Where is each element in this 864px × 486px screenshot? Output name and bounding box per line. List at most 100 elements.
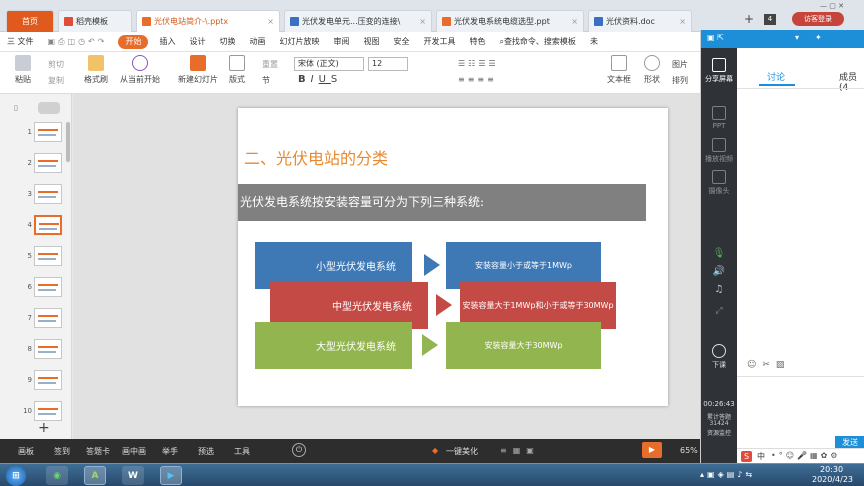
- tab-pv-intro[interactable]: 光伏电站简介-\.pptx ×: [136, 10, 280, 32]
- slide-subtitle-banner[interactable]: 光伏发电系统按安装容量可分为下列三种系统:: [238, 184, 646, 221]
- slide-thumbnail[interactable]: [34, 153, 62, 173]
- tab-daoke-template[interactable]: 稻壳模板: [58, 10, 132, 32]
- search-command[interactable]: ⌕查找命令、搜索模板: [492, 32, 582, 52]
- ppt-button[interactable]: PPT: [701, 106, 737, 130]
- tab-close-icon[interactable]: ×: [675, 17, 686, 26]
- picture-in-picture-button[interactable]: 画中画: [122, 446, 146, 457]
- file-menu[interactable]: 三 文件: [0, 32, 41, 52]
- ime-tool-icons[interactable]: •°☺🎤▦✿⚙: [771, 451, 840, 460]
- new-slide-button[interactable]: 新建幻灯片: [174, 55, 222, 85]
- menu-view[interactable]: 视图: [356, 32, 386, 52]
- large-system-capacity[interactable]: 安装容量大于30MWp: [446, 322, 601, 369]
- shape-button[interactable]: 形状: [640, 55, 664, 85]
- menu-transition[interactable]: 切换: [212, 32, 242, 52]
- menu-developer[interactable]: 开发工具: [416, 32, 462, 52]
- answer-card-button[interactable]: 答题卡: [86, 446, 110, 457]
- tab-close-icon[interactable]: ×: [263, 17, 274, 26]
- slide-thumbnail[interactable]: [34, 308, 62, 328]
- menu-special[interactable]: 特色: [462, 32, 492, 52]
- picture-button[interactable]: 图片: [672, 59, 688, 70]
- slide-title[interactable]: 二、光伏电站的分类: [244, 145, 388, 169]
- slide-thumbnail[interactable]: [34, 122, 62, 142]
- whiteboard-button[interactable]: 画板: [18, 446, 34, 457]
- speaker-icon[interactable]: 🔊: [701, 266, 737, 277]
- zoom-level[interactable]: 65%: [680, 446, 698, 455]
- checkin-button[interactable]: 签到: [54, 446, 70, 457]
- menu-slideshow[interactable]: 幻灯片放映: [272, 32, 326, 52]
- tab-pv-doc[interactable]: 光伏资料.doc ×: [588, 10, 692, 32]
- live-class-taskbar-icon[interactable]: ▶: [160, 466, 182, 485]
- thumbnail-scrollbar[interactable]: [66, 122, 70, 162]
- wps-writer-taskbar-icon[interactable]: W: [122, 466, 144, 485]
- slide-thumbnail[interactable]: [34, 277, 62, 297]
- power-icon[interactable]: ⏻: [292, 443, 306, 457]
- current-slide[interactable]: 二、光伏电站的分类 光伏发电系统按安装容量可分为下列三种系统: 小型光伏发电系统…: [238, 108, 668, 406]
- align-buttons[interactable]: ≡≡≡≡: [458, 75, 497, 84]
- slide-thumbnail[interactable]: [34, 370, 62, 390]
- outline-view-icon[interactable]: ▯: [14, 104, 18, 112]
- raise-hand-button[interactable]: 举手: [162, 446, 178, 457]
- chat-tool-icons[interactable]: ☺✂▨: [747, 360, 790, 370]
- list-buttons[interactable]: ☰☷☰☰: [458, 59, 499, 68]
- chevron-down-icon[interactable]: ▾: [795, 33, 799, 42]
- quick-access-icons[interactable]: ▣⎙◫◷↶↷: [41, 32, 115, 52]
- browser-taskbar-icon[interactable]: ◉: [46, 466, 68, 485]
- play-from-current-button[interactable]: 从当前开始: [118, 55, 162, 85]
- menu-insert[interactable]: 插入: [152, 32, 182, 52]
- tab-count-badge[interactable]: 4: [764, 14, 776, 25]
- menu-home[interactable]: 开始: [118, 34, 149, 49]
- section-button[interactable]: 节: [262, 75, 270, 86]
- system-tray-icons[interactable]: ▴▣◈▤♪⇆: [700, 470, 755, 479]
- paste-button[interactable]: 粘贴: [10, 55, 36, 85]
- microphone-icon[interactable]: 🎙: [701, 248, 737, 259]
- start-button[interactable]: ⊞: [6, 466, 26, 486]
- play-video-button[interactable]: 播放视频: [701, 138, 737, 164]
- font-size-select[interactable]: 12: [368, 57, 408, 71]
- ime-mode-indicator[interactable]: 中: [757, 451, 765, 462]
- format-painter-button[interactable]: 格式刷: [80, 55, 112, 85]
- sync-status[interactable]: 未: [583, 32, 605, 52]
- view-mode-icons[interactable]: ≡▦▣: [500, 446, 540, 455]
- tab-pv-cable[interactable]: 光伏发电系统电缆选型.ppt ×: [436, 10, 584, 32]
- preselect-button[interactable]: 预选: [198, 446, 214, 457]
- copy-button[interactable]: 复制: [48, 75, 64, 86]
- slide-thumbnail[interactable]: [34, 339, 62, 359]
- slide-thumbnail[interactable]: [34, 401, 62, 421]
- tab-close-icon[interactable]: ×: [567, 17, 578, 26]
- slide-thumbnail[interactable]: [34, 246, 62, 266]
- large-system-label[interactable]: 大型光伏发电系统: [300, 322, 412, 369]
- tools-button[interactable]: 工具: [234, 446, 250, 457]
- end-class-button[interactable]: 下课: [701, 344, 737, 370]
- camera-button[interactable]: 摄像头: [701, 170, 737, 196]
- arrange-button[interactable]: 排列: [672, 75, 688, 86]
- tab-members[interactable]: 成员(4: [839, 70, 864, 93]
- new-tab-button[interactable]: +: [744, 12, 754, 26]
- add-slide-button[interactable]: +: [38, 420, 50, 436]
- cut-button[interactable]: 剪切: [48, 59, 64, 70]
- resource-monitor[interactable]: 资源监控: [701, 428, 737, 437]
- slide-thumbnail[interactable]: [34, 215, 62, 235]
- pin-icon[interactable]: ✦: [815, 33, 822, 42]
- play-slideshow-button[interactable]: ▶: [642, 442, 662, 458]
- menu-design[interactable]: 设计: [182, 32, 212, 52]
- music-icon[interactable]: ♫: [701, 284, 737, 295]
- tab-close-icon[interactable]: ×: [415, 17, 426, 26]
- share-screen-button[interactable]: 分享屏幕: [701, 58, 737, 84]
- menu-security[interactable]: 安全: [386, 32, 416, 52]
- tab-discussion[interactable]: 讨论: [767, 70, 785, 83]
- font-style-buttons[interactable]: BIUS: [298, 74, 342, 85]
- guest-login-button[interactable]: 访客登录: [792, 12, 844, 26]
- layout-button[interactable]: 版式: [226, 55, 248, 85]
- wps-ppt-taskbar-icon[interactable]: A: [84, 466, 106, 485]
- window-controls[interactable]: — ▢ ✕: [820, 2, 844, 10]
- tab-home[interactable]: 首页: [6, 10, 54, 32]
- fullscreen-icon[interactable]: ⤢: [701, 306, 737, 316]
- menu-animation[interactable]: 动画: [242, 32, 272, 52]
- thumbnail-view-toggle[interactable]: [38, 102, 60, 114]
- textbox-button[interactable]: 文本框: [604, 55, 634, 85]
- sogou-ime-icon[interactable]: S: [741, 451, 752, 462]
- reset-button[interactable]: 重置: [262, 59, 278, 70]
- one-click-beautify[interactable]: 一键美化: [446, 446, 478, 457]
- tab-pv-unit[interactable]: 光伏发电单元...压变的连接\ ×: [284, 10, 432, 32]
- slide-thumbnail[interactable]: [34, 184, 62, 204]
